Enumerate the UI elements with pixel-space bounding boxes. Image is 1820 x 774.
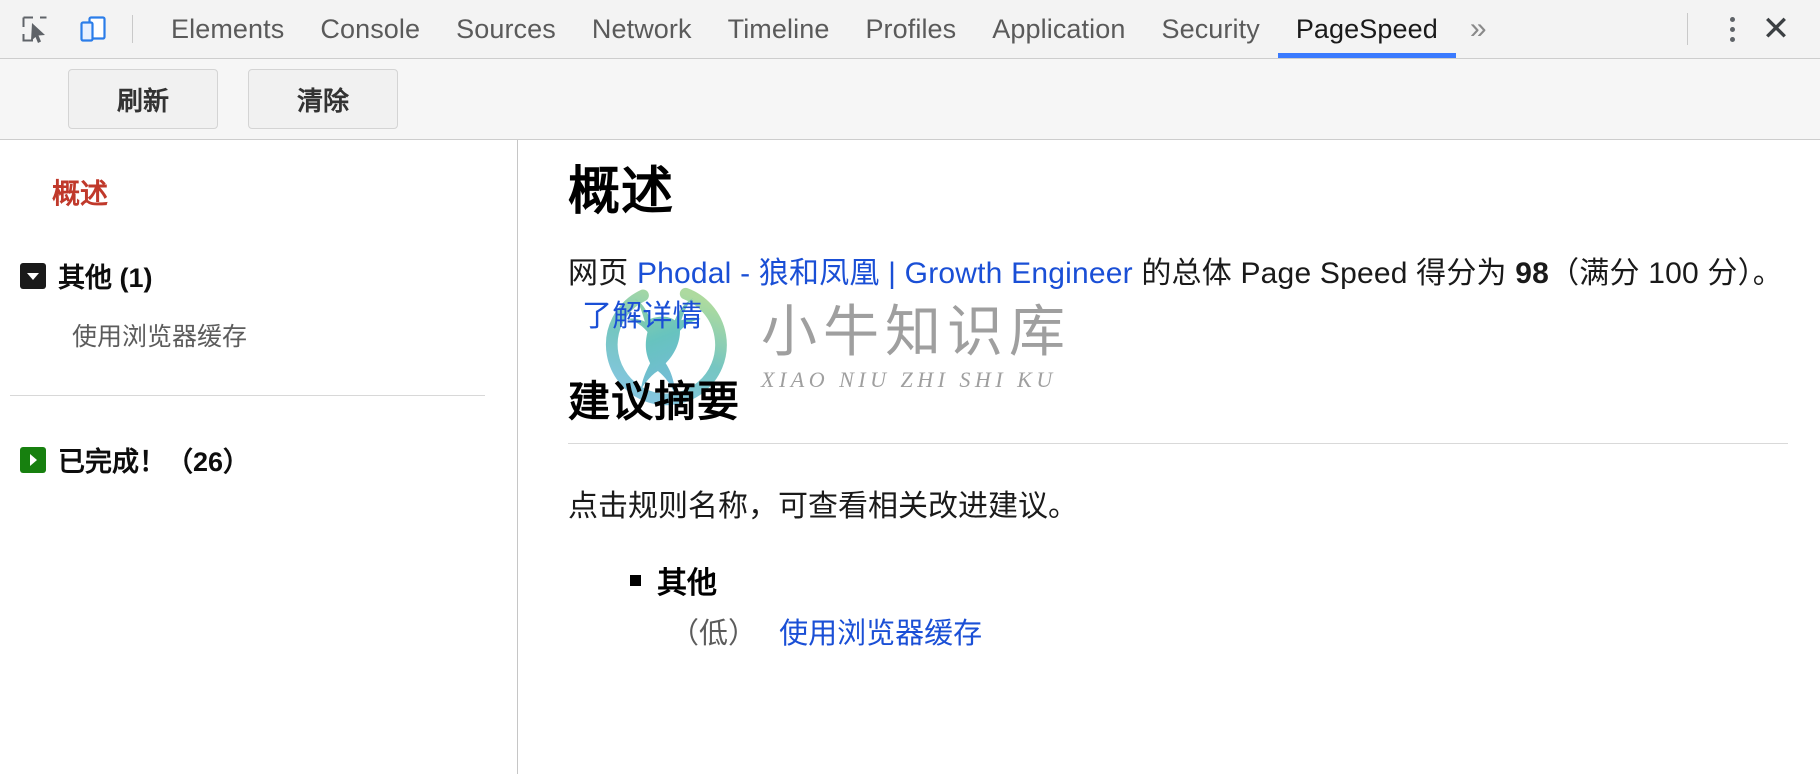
- chevron-down-icon[interactable]: [20, 262, 46, 289]
- tab-label: Console: [320, 13, 421, 44]
- tab-timeline[interactable]: Timeline: [710, 0, 848, 58]
- main-content: 概述 网页 Phodal - 狼和凤凰 | Growth Engineer 的总…: [568, 160, 1788, 652]
- sidebar-group-passed: 已完成！（26）: [0, 440, 517, 479]
- kebab-menu-icon[interactable]: [1710, 7, 1754, 51]
- chevron-right-icon[interactable]: [20, 446, 46, 473]
- summary-paragraph: 网页 Phodal - 狼和凤凰 | Growth Engineer 的总体 P…: [568, 253, 1788, 338]
- tab-label: Sources: [456, 13, 556, 44]
- analyzed-page-link[interactable]: Phodal - 狼和凤凰 | Growth Engineer: [637, 257, 1133, 290]
- close-icon[interactable]: ✕: [1754, 7, 1798, 51]
- toolbar-icon-group: [0, 0, 114, 58]
- rule-group: 其他 （低） 使用浏览器缓存: [630, 558, 1788, 652]
- devtools-tab-list: Elements Console Sources Network Timelin…: [153, 0, 1683, 58]
- sidebar-item-leverage-browser-caching[interactable]: 使用浏览器缓存: [20, 295, 517, 353]
- sidebar-group-label: 其他 (1): [58, 263, 153, 293]
- pagespeed-main-pane: 小牛知识库 XIAO NIU ZHI SHI KU 概述 网页 Phodal -…: [518, 140, 1820, 774]
- tab-label: Security: [1161, 13, 1260, 44]
- tab-profiles[interactable]: Profiles: [847, 0, 974, 58]
- tab-pagespeed[interactable]: PageSpeed: [1277, 0, 1456, 58]
- rule-priority: （低）: [670, 618, 758, 651]
- sidebar-group-other-header[interactable]: 其他 (1): [20, 256, 517, 295]
- toolbar-right-group: ✕: [1683, 0, 1820, 58]
- tab-label: Elements: [171, 13, 285, 44]
- pagespeed-sidebar: 概述 其他 (1) 使用浏览器缓存 已完成！（26）: [0, 140, 518, 774]
- tab-label: PageSpeed: [1295, 13, 1438, 44]
- rule-category-label: 其他: [657, 567, 717, 601]
- summary-suffix: （满分 100 分）。: [1549, 257, 1784, 290]
- tab-network[interactable]: Network: [574, 0, 710, 58]
- summary-middle: 的总体 Page Speed 得分为: [1132, 257, 1516, 290]
- page-title: 概述: [568, 164, 675, 221]
- learn-more-link[interactable]: 了解详情: [582, 300, 703, 333]
- tab-application[interactable]: Application: [974, 0, 1143, 58]
- rule-link-leverage-browser-caching[interactable]: 使用浏览器缓存: [779, 618, 982, 650]
- sidebar-item-overview[interactable]: 概述: [0, 166, 517, 218]
- pagespeed-score: 98: [1515, 257, 1550, 290]
- rule-category: 其他: [630, 558, 1788, 602]
- tab-label: Network: [591, 13, 692, 44]
- pagespeed-action-bar: 刷新 清除: [0, 59, 1820, 140]
- tab-label: Timeline: [727, 13, 830, 44]
- more-tabs-icon[interactable]: »: [1456, 0, 1503, 58]
- rule-row: （低） 使用浏览器缓存: [670, 610, 1788, 652]
- inspect-cursor-icon[interactable]: [14, 8, 56, 50]
- tab-label: Application: [992, 13, 1126, 44]
- section-title-suggestions: 建议摘要: [568, 368, 1788, 445]
- tab-security[interactable]: Security: [1143, 0, 1277, 58]
- sidebar-group-label: 已完成！（26）: [58, 447, 251, 477]
- kebab-dots: [1729, 16, 1735, 42]
- toolbar-divider: [132, 15, 133, 43]
- suggestions-hint: 点击规则名称，可查看相关改进建议。: [568, 490, 1078, 524]
- summary-prefix: 网页: [568, 257, 637, 290]
- tab-label: Profiles: [865, 13, 957, 44]
- sidebar-group-other: 其他 (1) 使用浏览器缓存: [0, 256, 517, 353]
- toolbar-divider-right: [1687, 13, 1688, 45]
- tab-sources[interactable]: Sources: [438, 0, 574, 58]
- tab-console[interactable]: Console: [302, 0, 438, 58]
- tab-elements[interactable]: Elements: [153, 0, 302, 58]
- sidebar-divider: [10, 395, 485, 396]
- refresh-button[interactable]: 刷新: [68, 69, 218, 129]
- close-glyph: ✕: [1761, 10, 1791, 48]
- square-bullet-icon: [630, 574, 641, 586]
- device-toolbar-icon[interactable]: [72, 8, 114, 50]
- devtools-toolbar: Elements Console Sources Network Timelin…: [0, 0, 1820, 59]
- pagespeed-body: 概述 其他 (1) 使用浏览器缓存 已完成！（26） 小牛知识库 XIAO NI…: [0, 140, 1820, 774]
- clear-button[interactable]: 清除: [248, 69, 398, 129]
- sidebar-group-passed-header[interactable]: 已完成！（26）: [20, 440, 517, 479]
- rule-list: 其他 （低） 使用浏览器缓存: [568, 558, 1788, 652]
- more-tabs-label: »: [1469, 12, 1487, 45]
